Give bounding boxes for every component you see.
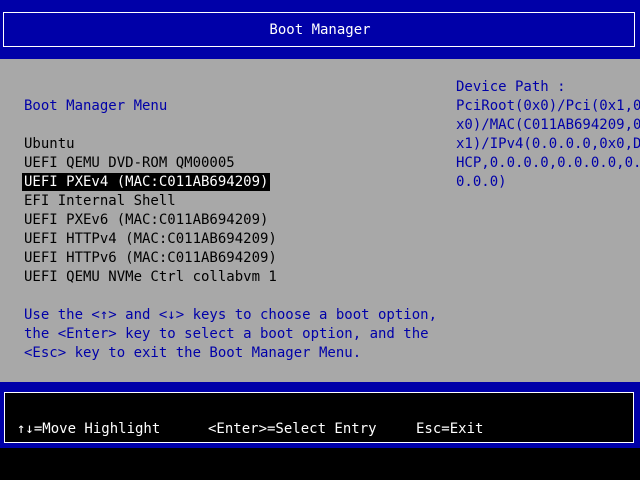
boot-entry-httpv6[interactable]: UEFI HTTPv6 (MAC:C011AB694209) (24, 249, 277, 267)
device-path-line-1: PciRoot(0x0)/Pci(0x1,0 (456, 98, 640, 114)
page-title: Boot Manager (269, 22, 371, 38)
content-panel: Boot Manager Menu Ubuntu UEFI QEMU DVD-R… (0, 59, 640, 382)
boot-entry-pxev6[interactable]: UEFI PXEv6 (MAC:C011AB694209) (24, 211, 268, 229)
help-line-3: <Esc> key to exit the Boot Manager Menu. (24, 345, 362, 361)
boot-entry-ubuntu[interactable]: Ubuntu (24, 135, 75, 153)
footer-band: ↑↓=Move Highlight <Enter>=Select Entry E… (0, 382, 640, 448)
device-path-line-5: 0.0.0) (456, 174, 507, 190)
title-box: Boot Manager (3, 12, 635, 47)
header-band: Boot Manager (0, 0, 640, 59)
boot-entry-efi-shell[interactable]: EFI Internal Shell (24, 192, 176, 210)
device-path-line-3: x1)/IPv4(0.0.0.0,0x0,D (456, 136, 640, 152)
help-line-2: the <Enter> key to select a boot option,… (24, 326, 429, 342)
boot-entry-nvme[interactable]: UEFI QEMU NVMe Ctrl collabvm 1 (24, 268, 277, 286)
device-path-line-4: HCP,0.0.0.0,0.0.0.0,0. (456, 155, 640, 171)
key-hint-bar: ↑↓=Move Highlight <Enter>=Select Entry E… (4, 392, 634, 443)
move-highlight-hint: ↑↓=Move Highlight (17, 421, 161, 437)
boot-entry-httpv4[interactable]: UEFI HTTPv4 (MAC:C011AB694209) (24, 230, 277, 248)
device-path-label: Device Path : (456, 79, 566, 95)
device-path-line-2: x0)/MAC(C011AB694209,0 (456, 117, 640, 133)
help-line-1: Use the <↑> and <↓> keys to choose a boo… (24, 307, 438, 323)
menu-title: Boot Manager Menu (24, 98, 168, 114)
exit-hint: Esc=Exit (416, 421, 484, 437)
boot-entry-pxev4-selected[interactable]: UEFI PXEv4 (MAC:C011AB694209) (22, 173, 271, 191)
boot-entry-dvd-rom[interactable]: UEFI QEMU DVD-ROM QM00005 (24, 154, 235, 172)
select-entry-hint: <Enter>=Select Entry (208, 421, 377, 437)
